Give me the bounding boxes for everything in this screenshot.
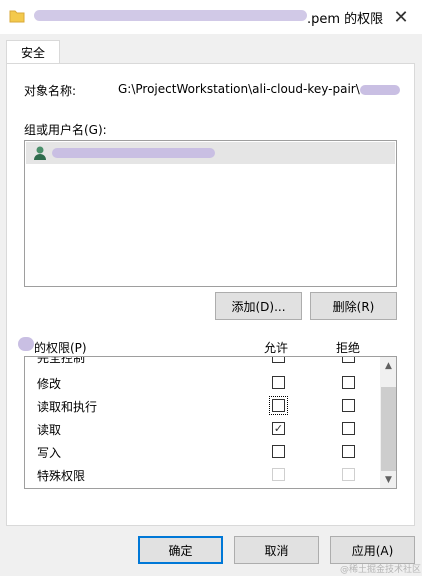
allow-checkbox[interactable]: [272, 357, 285, 363]
permissions-label: 的权限(P): [34, 341, 87, 355]
perm-name: 写入: [37, 446, 62, 460]
object-name-value: G:\ProjectWorkstation\ali-cloud-key-pair…: [118, 82, 360, 96]
deny-checkbox[interactable]: [342, 399, 355, 412]
deny-checkbox: [342, 468, 355, 481]
apply-button[interactable]: 应用(A): [330, 536, 415, 564]
deny-checkbox[interactable]: [342, 422, 355, 435]
remove-button[interactable]: 删除(R): [310, 292, 397, 320]
perm-name: 修改: [37, 377, 62, 391]
deny-checkbox[interactable]: [342, 357, 355, 363]
allow-checkbox[interactable]: [269, 396, 288, 415]
scroll-up-button[interactable]: ▲: [380, 357, 396, 374]
object-name-label: 对象名称:: [24, 84, 77, 98]
perm-name: 读取和执行: [37, 400, 98, 414]
object-name-redaction: [360, 85, 400, 95]
allow-checkbox: [272, 468, 285, 481]
perm-name: 读取: [37, 423, 62, 437]
perm-row-write: 写入: [25, 440, 380, 463]
check-icon: ✓: [273, 422, 284, 435]
perm-row-read: 读取 ✓: [25, 417, 380, 440]
deny-checkbox[interactable]: [342, 445, 355, 458]
chevron-up-icon: ▲: [385, 360, 392, 371]
allow-checkbox[interactable]: ✓: [272, 422, 285, 435]
chevron-down-icon: ▼: [385, 474, 392, 485]
tab-security[interactable]: 安全: [6, 40, 60, 64]
folder-icon: [9, 10, 25, 23]
permissions-list: 完全控制 修改 读取和执行 读取 ✓ 写入 特殊权限 ▲ ▼: [24, 356, 397, 489]
permissions-scrollbar[interactable]: ▲ ▼: [380, 357, 396, 488]
allow-column-header: 允许: [264, 341, 289, 355]
close-icon: ✕: [393, 6, 409, 28]
allow-checkbox[interactable]: [272, 376, 285, 389]
perm-row-full-control: 完全控制: [25, 356, 380, 368]
title-redaction: [34, 10, 307, 21]
close-button[interactable]: ✕: [380, 0, 422, 34]
window-title: .pem 的权限: [307, 12, 384, 27]
permissions-user-redaction: [18, 337, 34, 351]
user-icon: [34, 146, 46, 160]
perm-row-modify: 修改: [25, 371, 380, 394]
deny-checkbox[interactable]: [342, 376, 355, 389]
allow-checkbox[interactable]: [272, 445, 285, 458]
cancel-button[interactable]: 取消: [234, 536, 319, 564]
groups-label: 组或用户名(G):: [24, 123, 107, 137]
add-button[interactable]: 添加(D)...: [215, 292, 302, 320]
ok-button[interactable]: 确定: [138, 536, 223, 564]
title-bar: .pem 的权限 ✕: [0, 0, 422, 34]
perm-row-read-execute: 读取和执行: [25, 394, 380, 417]
watermark: @稀土掘金技术社区: [340, 565, 422, 575]
tab-label: 安全: [20, 46, 45, 60]
list-item[interactable]: [26, 142, 395, 164]
scroll-down-button[interactable]: ▼: [380, 471, 396, 488]
perm-row-special: 特殊权限: [25, 463, 380, 486]
perm-name: 特殊权限: [37, 469, 86, 483]
perm-name: 完全控制: [37, 356, 86, 365]
scroll-thumb[interactable]: [381, 387, 396, 471]
user-name-redaction: [52, 148, 215, 158]
deny-column-header: 拒绝: [336, 341, 361, 355]
users-list[interactable]: [24, 140, 397, 287]
